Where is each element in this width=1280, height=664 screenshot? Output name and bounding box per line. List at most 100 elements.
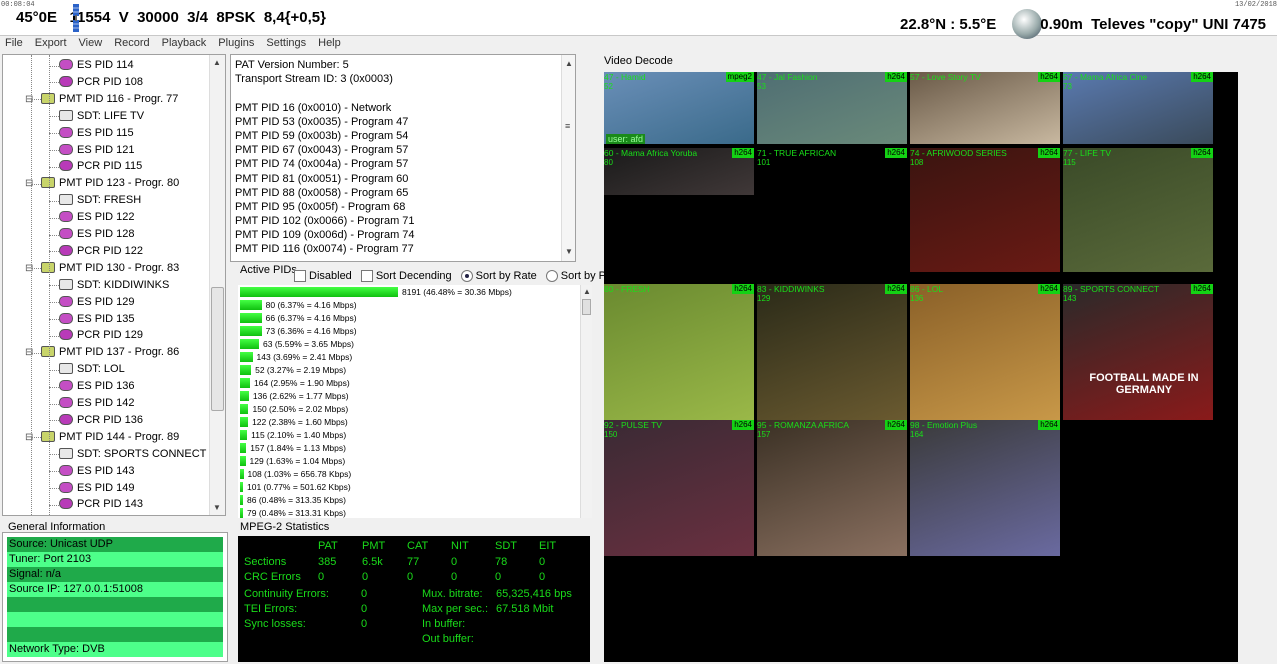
tree-node-sdt[interactable]: SDT: LIFE TV: [59, 108, 144, 125]
menu-help[interactable]: Help: [318, 37, 341, 52]
pid-rate-row[interactable]: 122 (2.38% = 1.60 Mbps): [240, 417, 348, 427]
video-tile[interactable]: 98 - Emotion Plus h264 164: [910, 420, 1060, 556]
menu-plugins[interactable]: Plugins: [218, 37, 254, 52]
pid-rate-text: 136 (2.62% = 1.77 Mbps): [252, 391, 349, 401]
tree-node-pmt[interactable]: ⊟ PMT PID 137 - Progr. 86: [25, 344, 179, 361]
video-tile[interactable]: 77 - LIFE TV h264 115: [1063, 148, 1213, 272]
pid-rate-row[interactable]: 157 (1.84% = 1.13 Mbps): [240, 443, 346, 453]
radio-button[interactable]: [460, 270, 473, 282]
pid-rate-list[interactable]: ▲ 8191 (46.48% = 30.36 Mbps) 80 (6.37% = …: [238, 285, 592, 518]
pid-rate-row[interactable]: 8191 (46.48% = 30.36 Mbps): [240, 287, 512, 297]
tree-node-sdt[interactable]: SDT: LOL: [59, 361, 125, 378]
tree-node-sdt[interactable]: SDT: FRESH: [59, 192, 141, 209]
tree-node-es[interactable]: ES PID 129: [59, 294, 134, 311]
scroll-down-icon[interactable]: ▼: [565, 245, 573, 259]
tree-node-es[interactable]: ES PID 121: [59, 142, 134, 159]
pid-tree[interactable]: ▲ ▼ ES PID 114 PCR PID 108 ⊟ PMT PID 116 - …: [2, 54, 226, 516]
menu-view[interactable]: View: [79, 37, 103, 52]
pid-rate-row[interactable]: 101 (0.77% = 501.62 Kbps): [240, 482, 351, 492]
pid-rate-row[interactable]: 63 (5.59% = 3.65 Mbps): [240, 339, 354, 349]
pid-rate-row[interactable]: 66 (6.37% = 4.16 Mbps): [240, 313, 357, 323]
pid-list-scrollbar[interactable]: ▲: [580, 285, 592, 518]
scroll-up-icon[interactable]: ▲: [213, 58, 221, 67]
pid-rate-row[interactable]: 143 (3.69% = 2.41 Mbps): [240, 352, 352, 362]
tree-node-pcr[interactable]: PCR PID 108: [59, 74, 143, 91]
tree-node-pmt[interactable]: ⊟PMT PID 151 - Progr. 92: [41, 513, 179, 515]
tree-node-es[interactable]: ES PID 114: [59, 57, 134, 74]
tree-scrollbar[interactable]: ▲ ▼: [209, 55, 225, 515]
video-tile[interactable]: 95 - ROMANZA AFRICA h264 157: [757, 420, 907, 556]
video-tile[interactable]: 83 - KIDDIWINKS h264 129: [757, 284, 907, 420]
codec-badge: h264: [885, 148, 907, 158]
video-tile[interactable]: 57 - Love Story TV h264: [910, 72, 1060, 144]
tree-node-es[interactable]: ES PID 136: [59, 378, 134, 395]
pat-line: PMT PID 53 (0x0035) - Program 47: [235, 115, 409, 128]
pid-rate-row[interactable]: 129 (1.63% = 1.04 Mbps): [240, 456, 345, 466]
tree-node-es[interactable]: ES PID 122: [59, 209, 134, 226]
codec-badge: h264: [1038, 420, 1060, 430]
video-tile[interactable]: 89 - SPORTS CONNECT h264 143 FOOTBALL MADE …: [1063, 284, 1213, 420]
pid-rate-row[interactable]: 108 (1.03% = 656.78 Kbps): [240, 469, 351, 479]
tree-node-pcr[interactable]: PCR PID 143: [59, 496, 143, 513]
channel-label: 89 - SPORTS CONNECT: [1063, 284, 1160, 294]
tree-node-sdt[interactable]: SDT: SPORTS CONNECT: [59, 446, 206, 463]
video-tile[interactable]: 47 - Jal Fashion h264 53: [757, 72, 907, 144]
video-tile[interactable]: 71 - TRUE AFRICAN h264 101: [757, 148, 907, 272]
option-disabled[interactable]: Disabled: [294, 270, 352, 282]
tree-node-pmt[interactable]: ⊟ PMT PID 144 - Progr. 89: [25, 429, 179, 446]
pid-rate-row[interactable]: 86 (0.48% = 313.35 Kbps): [240, 495, 346, 505]
video-tile[interactable]: 92 - PULSE TV h264 150: [604, 420, 754, 556]
pid-rate-row[interactable]: 52 (3.27% = 2.19 Mbps): [240, 365, 346, 375]
scroll-grip-icon[interactable]: ≡: [565, 119, 570, 133]
scroll-thumb[interactable]: [582, 299, 591, 315]
tree-node-es[interactable]: ES PID 149: [59, 480, 134, 497]
pid-rate-text: 101 (0.77% = 501.62 Kbps): [247, 482, 351, 492]
tree-node-es[interactable]: ES PID 143: [59, 463, 134, 480]
pid-rate-row[interactable]: 164 (2.95% = 1.90 Mbps): [240, 378, 350, 388]
tree-node-pcr[interactable]: PCR PID 129: [59, 327, 143, 344]
menu-playback[interactable]: Playback: [162, 37, 207, 52]
menu-settings[interactable]: Settings: [266, 37, 306, 52]
tree-node-sdt[interactable]: SDT: KIDDIWINKS: [59, 277, 169, 294]
tree-node-es[interactable]: ES PID 142: [59, 395, 134, 412]
pid-rate-row[interactable]: 136 (2.62% = 1.77 Mbps): [240, 391, 349, 401]
video-tile[interactable]: 80 - FRESH h264: [604, 284, 754, 420]
tree-node-es[interactable]: ES PID 135: [59, 311, 134, 328]
scroll-down-icon[interactable]: ▼: [213, 503, 221, 512]
tree-node-pmt[interactable]: ⊟ PMT PID 123 - Progr. 80: [25, 175, 179, 192]
pid-rate-row[interactable]: 73 (6.36% = 4.16 Mbps): [240, 326, 357, 336]
tree-node-es[interactable]: ES PID 115: [59, 125, 134, 142]
tree-node-pcr[interactable]: PCR PID 122: [59, 243, 143, 260]
menu-file[interactable]: File: [5, 37, 23, 52]
pat-scrollbar[interactable]: ▲ ≡ ▼: [561, 55, 575, 261]
tree-node-es[interactable]: ES PID 128: [59, 226, 134, 243]
video-tile[interactable]: 57 - Mama Africa Cine h264 73: [1063, 72, 1213, 144]
tree-node-pcr[interactable]: PCR PID 115: [59, 158, 142, 175]
pat-textarea[interactable]: PAT Version Number: 5 Transport Stream ID…: [230, 54, 576, 262]
option-label: Sort by Rate: [475, 270, 537, 282]
pid-rate-row[interactable]: 79 (0.48% = 313.31 Kbps): [240, 508, 346, 518]
pid-rate-row[interactable]: 115 (2.10% = 1.40 Mbps): [240, 430, 346, 440]
video-tile[interactable]: 47 - Hamid mpeg2 52 user: afd: [604, 72, 754, 144]
checkbox[interactable]: [294, 270, 306, 282]
tree-node-pmt[interactable]: ⊟ PMT PID 130 - Progr. 83: [25, 260, 179, 277]
tree-node-pcr[interactable]: PCR PID 136: [59, 412, 143, 429]
pid-rate-row[interactable]: 150 (2.50% = 2.02 Mbps): [240, 404, 348, 414]
option-sort-by-rate[interactable]: Sort by Rate: [460, 270, 537, 282]
tree-node-pmt[interactable]: ⊟ PMT PID 116 - Progr. 77: [25, 91, 178, 108]
pid-rate-text: 79 (0.48% = 313.31 Kbps): [247, 508, 346, 518]
menu-export[interactable]: Export: [35, 37, 67, 52]
scroll-up-icon[interactable]: ▲: [583, 287, 591, 296]
video-tile[interactable]: 74 - AFRIWOOD SERIES h264 108: [910, 148, 1060, 272]
video-tile[interactable]: 60 - Mama Africa Yoruba h264 80: [604, 148, 754, 195]
expander-icon[interactable]: ⊟: [25, 513, 33, 515]
video-tile[interactable]: 86 - LOL h264 136: [910, 284, 1060, 420]
pid-rate-row[interactable]: 80 (6.37% = 4.16 Mbps): [240, 300, 357, 310]
radio-button[interactable]: [545, 270, 558, 282]
menu-record[interactable]: Record: [114, 37, 149, 52]
option-sort-decending[interactable]: Sort Decending: [360, 270, 452, 282]
scroll-thumb[interactable]: [211, 287, 224, 411]
checkbox[interactable]: [360, 270, 373, 282]
video-frame: [1063, 72, 1213, 144]
scroll-up-icon[interactable]: ▲: [565, 57, 573, 71]
